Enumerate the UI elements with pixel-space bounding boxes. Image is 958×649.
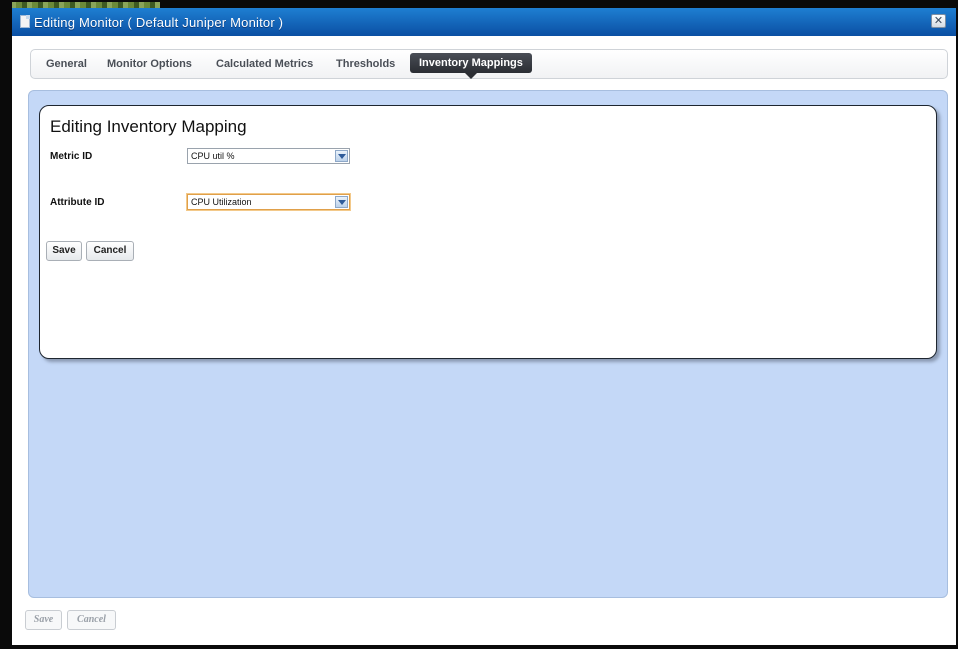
inventory-mapping-editor: Editing Inventory Mapping Metric ID CPU … — [39, 105, 937, 359]
close-icon[interactable]: ✕ — [931, 14, 946, 28]
save-button[interactable]: Save — [46, 241, 82, 261]
editor-title: Editing Inventory Mapping — [50, 117, 247, 136]
tab-monitor-options[interactable]: Monitor Options — [107, 58, 192, 70]
tab-thresholds[interactable]: Thresholds — [336, 58, 395, 70]
editing-monitor-dialog: Editing Monitor ( Default Juniper Monito… — [12, 8, 956, 645]
metric-id-value: CPU util % — [191, 151, 235, 161]
screen-frame-bottom — [0, 645, 958, 649]
tab-calculated-metrics[interactable]: Calculated Metrics — [216, 58, 313, 70]
attribute-id-label: Attribute ID — [50, 197, 105, 208]
chevron-down-icon[interactable] — [335, 196, 348, 208]
screen-frame-left — [0, 0, 12, 649]
tab-inventory-mappings[interactable]: Inventory Mappings — [410, 53, 532, 79]
tab-bar: General Monitor Options Calculated Metri… — [30, 49, 948, 79]
footer-save-button[interactable]: Save — [25, 610, 62, 630]
attribute-id-select[interactable]: CPU Utilization — [187, 194, 350, 210]
cancel-button[interactable]: Cancel — [86, 241, 134, 261]
metric-id-label: Metric ID — [50, 151, 93, 162]
document-icon — [20, 15, 30, 28]
footer-cancel-button[interactable]: Cancel — [67, 610, 116, 630]
chevron-down-icon[interactable] — [335, 150, 348, 162]
dialog-title: Editing Monitor ( Default Juniper Monito… — [34, 15, 284, 30]
metric-id-select[interactable]: CPU util % — [187, 148, 350, 164]
attribute-id-value: CPU Utilization — [191, 197, 252, 207]
dialog-titlebar[interactable]: Editing Monitor ( Default Juniper Monito… — [12, 8, 956, 36]
tab-general[interactable]: General — [46, 58, 87, 70]
